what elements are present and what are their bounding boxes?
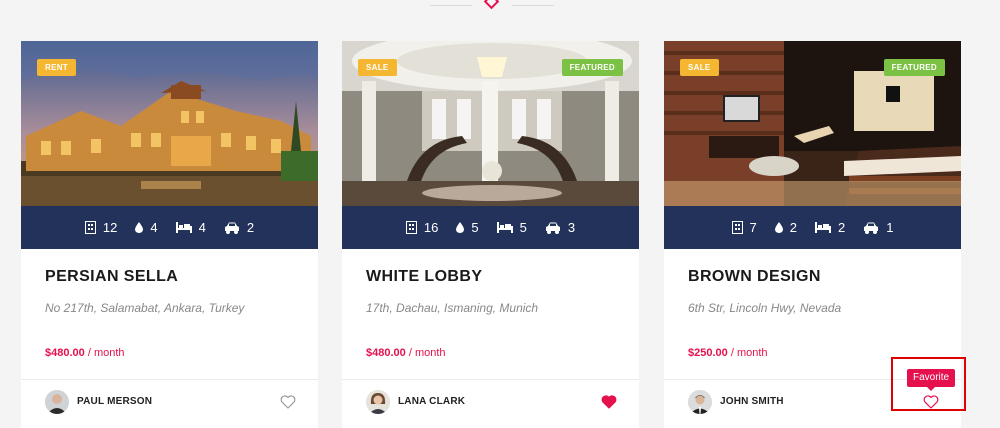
property-photo[interactable]: SALE FEATURED [342, 41, 639, 206]
agent-name[interactable]: LANA CLARK [398, 396, 465, 407]
heart-icon[interactable] [280, 395, 296, 409]
baths-value: 4 [150, 220, 158, 235]
building-icon [84, 221, 96, 234]
property-photo[interactable]: SALE FEATURED [664, 41, 961, 206]
status-tag: SALE [358, 59, 397, 76]
beds-value: 4 [198, 220, 206, 235]
property-address: No 217th, Salamabat, Ankara, Turkey [45, 301, 245, 315]
diamond-icon [483, 0, 500, 10]
property-photo[interactable]: RENT [21, 41, 318, 206]
agent-avatar[interactable] [688, 390, 712, 414]
agent-name[interactable]: PAUL MERSON [77, 396, 152, 407]
featured-tag: FEATURED [883, 59, 945, 76]
status-tag: SALE [680, 59, 719, 76]
garages-value: 3 [567, 220, 576, 235]
floors-value: 12 [102, 220, 118, 235]
car-icon [224, 222, 239, 234]
divider-line-left [430, 5, 472, 6]
beds-value: 2 [838, 220, 846, 235]
card-footer: LANA CLARK [342, 379, 639, 428]
featured-tag: FEATURED [561, 59, 623, 76]
price-amount: $480.00 [45, 347, 85, 359]
agent-photo-lana [366, 390, 390, 414]
agent-photo-paul [45, 390, 69, 414]
floors-stat: 12 [84, 220, 118, 235]
bed-icon [815, 222, 831, 233]
car-icon [545, 222, 560, 234]
garages-stat: 1 [863, 220, 893, 235]
water-drop-icon [456, 222, 465, 233]
garages-value: 2 [246, 220, 255, 235]
baths-value: 5 [471, 220, 479, 235]
heart-icon[interactable] [601, 395, 617, 409]
garages-stat: 2 [224, 220, 254, 235]
car-icon [864, 222, 879, 234]
bed-icon [496, 222, 513, 233]
favorite-tooltip: Favorite [907, 369, 956, 391]
property-price: $480.00 / month [45, 347, 125, 359]
beds-stat: 2 [815, 220, 845, 235]
floors-stat: 16 [405, 220, 439, 235]
baths-stat: 4 [135, 220, 158, 235]
card-footer: PAUL MERSON [21, 379, 318, 428]
beds-value: 5 [519, 220, 527, 235]
bed-icon [175, 222, 192, 233]
property-title[interactable]: WHITE LOBBY [366, 268, 482, 286]
property-card[interactable]: RENT 12 4 4 2 PERSIAN SELLA No 217th, Sa… [21, 41, 318, 428]
garages-stat: 3 [545, 220, 575, 235]
floors-value: 16 [423, 220, 439, 235]
agent-photo-john [688, 390, 712, 414]
price-period: / month [87, 347, 125, 359]
property-card[interactable]: SALE FEATURED 16 5 5 3 WHITE LOBBY 17th,… [342, 41, 639, 428]
building-icon [405, 221, 417, 234]
heart-icon[interactable] [923, 395, 939, 409]
floors-value: 7 [749, 220, 757, 235]
property-stats-bar: 7 2 2 1 [664, 206, 961, 249]
property-address: 6th Str, Lincoln Hwy, Nevada [688, 301, 842, 315]
price-amount: $250.00 [688, 347, 728, 359]
property-stats-bar: 16 5 5 3 [342, 206, 639, 249]
price-period: / month [408, 347, 446, 359]
property-stats-bar: 12 4 4 2 [21, 206, 318, 249]
water-drop-icon [135, 222, 144, 233]
water-drop-icon [774, 222, 783, 233]
agent-avatar[interactable] [45, 390, 69, 414]
property-title[interactable]: PERSIAN SELLA [45, 268, 178, 286]
beds-stat: 4 [175, 220, 206, 235]
agent-avatar[interactable] [366, 390, 390, 414]
divider-line-right [512, 5, 554, 6]
status-tag: RENT [37, 59, 76, 76]
property-address: 17th, Dachau, Ismaning, Munich [366, 301, 539, 315]
price-period: / month [730, 347, 768, 359]
baths-stat: 2 [774, 220, 797, 235]
property-price: $250.00 / month [688, 347, 768, 359]
property-title[interactable]: BROWN DESIGN [688, 268, 821, 286]
baths-stat: 5 [456, 220, 479, 235]
section-divider [430, 0, 554, 12]
building-icon [731, 221, 743, 234]
garages-value: 1 [886, 220, 894, 235]
property-price: $480.00 / month [366, 347, 446, 359]
baths-value: 2 [789, 220, 797, 235]
agent-name[interactable]: JOHN SMITH [720, 396, 784, 407]
beds-stat: 5 [496, 220, 527, 235]
floors-stat: 7 [731, 220, 757, 235]
price-amount: $480.00 [366, 347, 406, 359]
